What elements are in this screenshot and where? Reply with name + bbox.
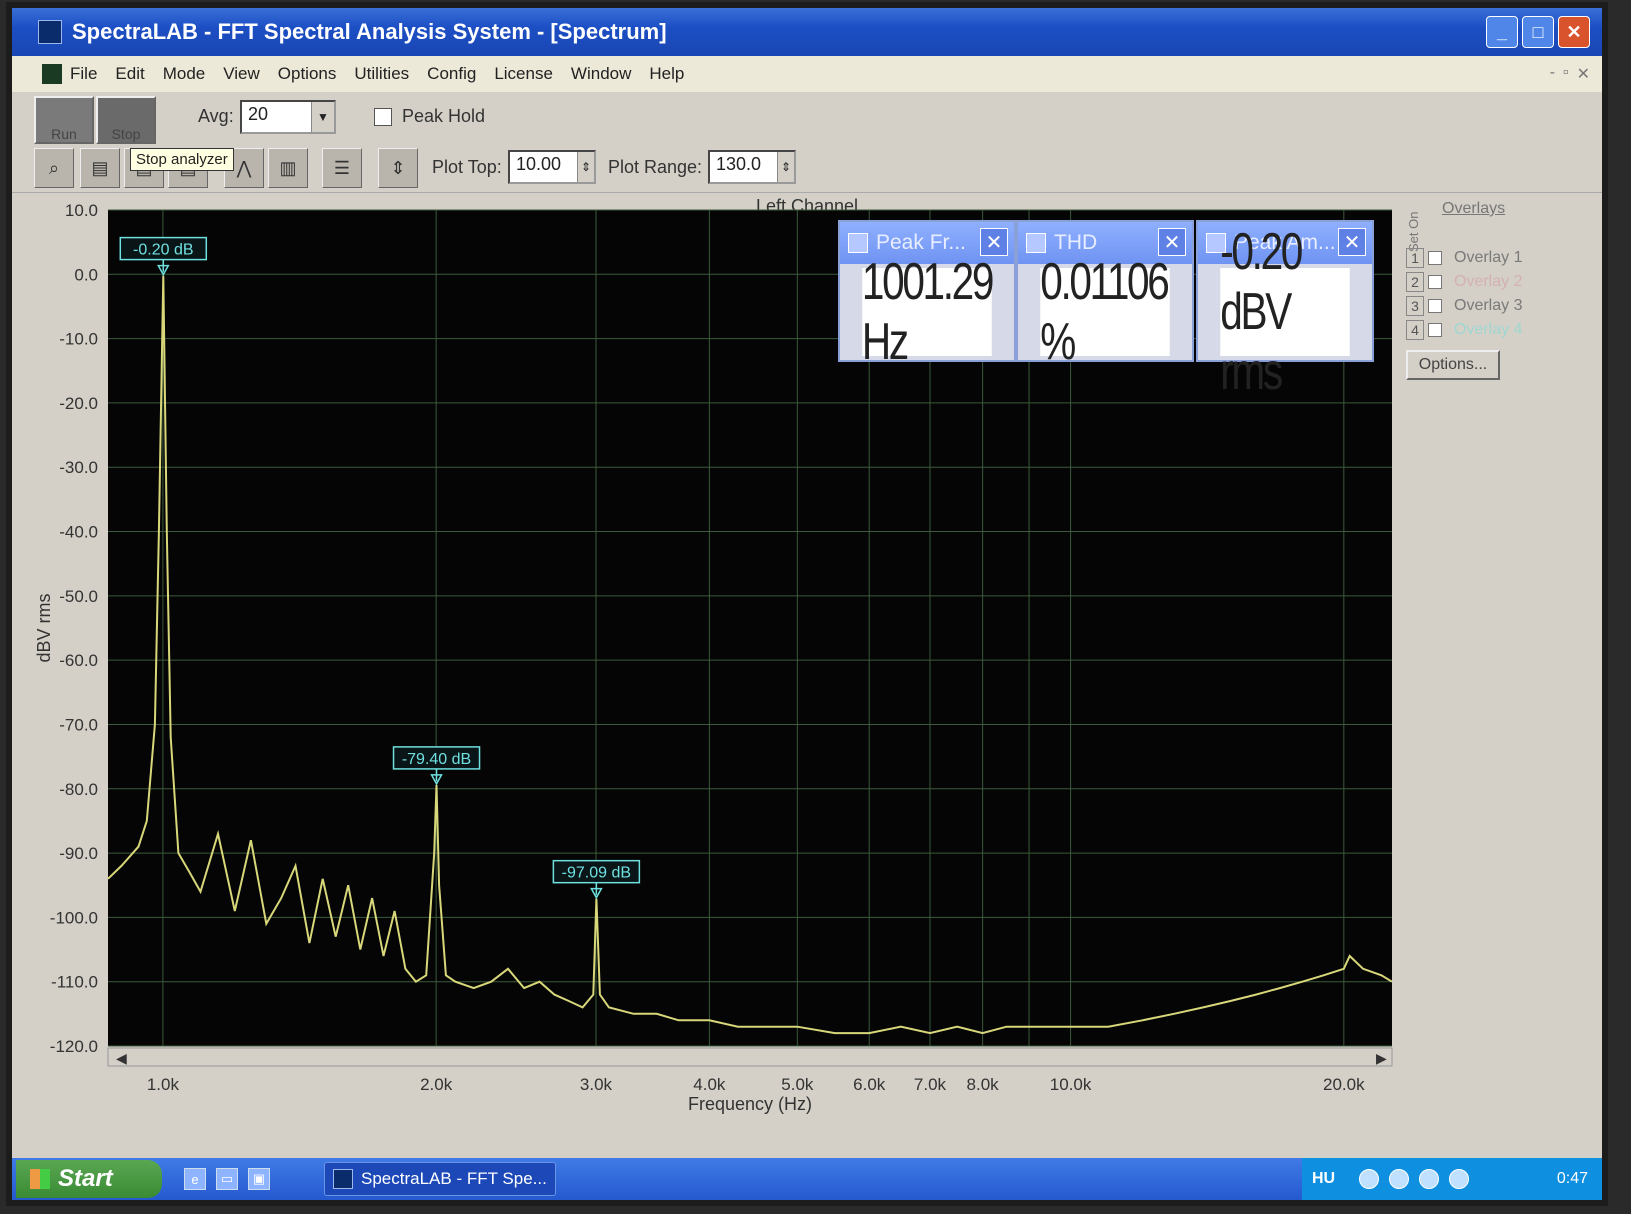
y-tick-label: -80.0 <box>59 780 98 799</box>
windows-logo-icon <box>30 1169 50 1189</box>
y-tick-label: -90.0 <box>59 844 98 863</box>
overlay-row[interactable]: 1 Overlay 1 <box>1406 248 1522 268</box>
taskbar-item-label: SpectraLAB - FFT Spe... <box>361 1169 547 1188</box>
overlay-checkbox[interactable] <box>1428 251 1442 265</box>
x-tick-label: 2.0k <box>420 1075 453 1094</box>
y-axis-title: dBV rms <box>34 593 54 662</box>
overlay-row[interactable]: 4 Overlay 4 <box>1406 320 1522 340</box>
screen: SpectraLAB - FFT Spectral Analysis Syste… <box>12 8 1602 1200</box>
x-tick-label: 6.0k <box>853 1075 886 1094</box>
start-button[interactable]: Start <box>16 1160 162 1198</box>
overlay-label: Overlay 4 <box>1454 321 1523 338</box>
x-tick-label: 3.0k <box>580 1075 613 1094</box>
y-tick-label: -110.0 <box>51 973 98 992</box>
taskbar: Start e ▭ ▣ SpectraLAB - FFT Spe... HU 0… <box>12 1158 1602 1200</box>
meter-icon <box>1026 233 1046 253</box>
peak-marker-label: -0.20 dB <box>133 242 193 259</box>
overlay-checkbox[interactable] <box>1428 275 1442 289</box>
clock: 0:47 <box>1556 1170 1588 1187</box>
y-tick-label: 10.0 <box>65 201 98 220</box>
language-indicator[interactable]: HU <box>1312 1170 1335 1188</box>
overlay-options-button[interactable]: Options... <box>1406 350 1500 380</box>
x-tick-label: 8.0k <box>967 1075 1000 1094</box>
meter-value: 0.01106 % <box>1040 253 1170 371</box>
y-tick-label: -100.0 <box>50 908 98 927</box>
overlay-label: Overlay 2 <box>1454 273 1523 290</box>
meter-value: -0.20 dBV rms <box>1220 223 1350 401</box>
set-on-label: Set On <box>1406 211 1421 252</box>
meter-icon <box>848 233 868 253</box>
overlay-num[interactable]: 2 <box>1406 272 1424 292</box>
x-tick-label: 5.0k <box>781 1075 814 1094</box>
y-tick-label: -50.0 <box>59 587 98 606</box>
update-icon[interactable] <box>1449 1169 1470 1189</box>
scroll-right-icon[interactable]: ▶ <box>1376 1050 1387 1066</box>
y-tick-label: 0.0 <box>74 265 98 284</box>
x-tick-label: 4.0k <box>693 1075 726 1094</box>
meter-thd[interactable]: THD ✕ 0.01106 % <box>1016 220 1194 371</box>
peak-marker-label: -97.09 dB <box>562 865 631 882</box>
overlay-num[interactable]: 3 <box>1406 296 1424 316</box>
y-tick-label: -120.0 <box>50 1037 98 1056</box>
peak-marker-label: -79.40 dB <box>402 751 471 768</box>
overlay-num[interactable]: 1 <box>1406 248 1424 268</box>
scroll-left-icon[interactable]: ◀ <box>116 1050 127 1066</box>
overlay-row[interactable]: 3 Overlay 3 <box>1406 296 1522 316</box>
x-tick-label: 7.0k <box>914 1075 947 1094</box>
x-axis-title: Frequency (Hz) <box>688 1094 812 1114</box>
x-tick-label: 10.0k <box>1050 1075 1092 1094</box>
x-tick-label: 1.0k <box>147 1075 180 1094</box>
start-label: Start <box>58 1165 113 1192</box>
app-icon <box>333 1169 353 1189</box>
overlay-checkbox[interactable] <box>1428 299 1442 313</box>
y-tick-label: -70.0 <box>59 715 98 734</box>
y-tick-label: -40.0 <box>59 523 98 542</box>
x-tick-label: 20.0k <box>1323 1075 1365 1094</box>
y-tick-label: -60.0 <box>59 651 98 670</box>
overlay-label: Overlay 1 <box>1454 249 1523 266</box>
overlays-panel: Overlays Set On 1 Overlay 1 2 Overlay 2 … <box>1406 200 1596 380</box>
volume-icon[interactable] <box>1389 1169 1410 1189</box>
y-tick-label: -30.0 <box>59 458 98 477</box>
overlay-label: Overlay 3 <box>1454 297 1523 314</box>
desktop-icon[interactable]: ▭ <box>216 1168 238 1190</box>
meter-value: 1001.29 Hz <box>861 253 995 371</box>
ie-icon[interactable]: e <box>184 1168 206 1190</box>
overlay-row[interactable]: 2 Overlay 2 <box>1406 272 1522 292</box>
overlays-header[interactable]: Overlays <box>1442 200 1505 218</box>
security-icon[interactable] <box>1419 1169 1440 1189</box>
meter-peak-amplitude[interactable]: Peak Am... ✕ -0.20 dBV rms <box>1196 220 1374 401</box>
y-tick-label: -10.0 <box>59 330 98 349</box>
spectrum-plot[interactable]: 10.0 0.0 -10.0 -20.0 -30.0 -40.0 -50.0 -60.0 -70… <box>12 8 1602 1158</box>
overlay-num[interactable]: 4 <box>1406 320 1424 340</box>
overlay-checkbox[interactable] <box>1428 323 1442 337</box>
x-scrollbar[interactable] <box>107 1047 1393 1067</box>
taskbar-item-spectralab[interactable]: SpectraLAB - FFT Spe... <box>324 1162 556 1196</box>
media-icon[interactable]: ▣ <box>248 1168 270 1190</box>
meter-peak-frequency[interactable]: Peak Fr... ✕ 1001.29 Hz <box>838 220 1016 371</box>
y-tick-label: -20.0 <box>59 394 98 413</box>
network-icon[interactable] <box>1359 1169 1380 1189</box>
system-tray: HU 0:47 <box>1302 1158 1602 1200</box>
